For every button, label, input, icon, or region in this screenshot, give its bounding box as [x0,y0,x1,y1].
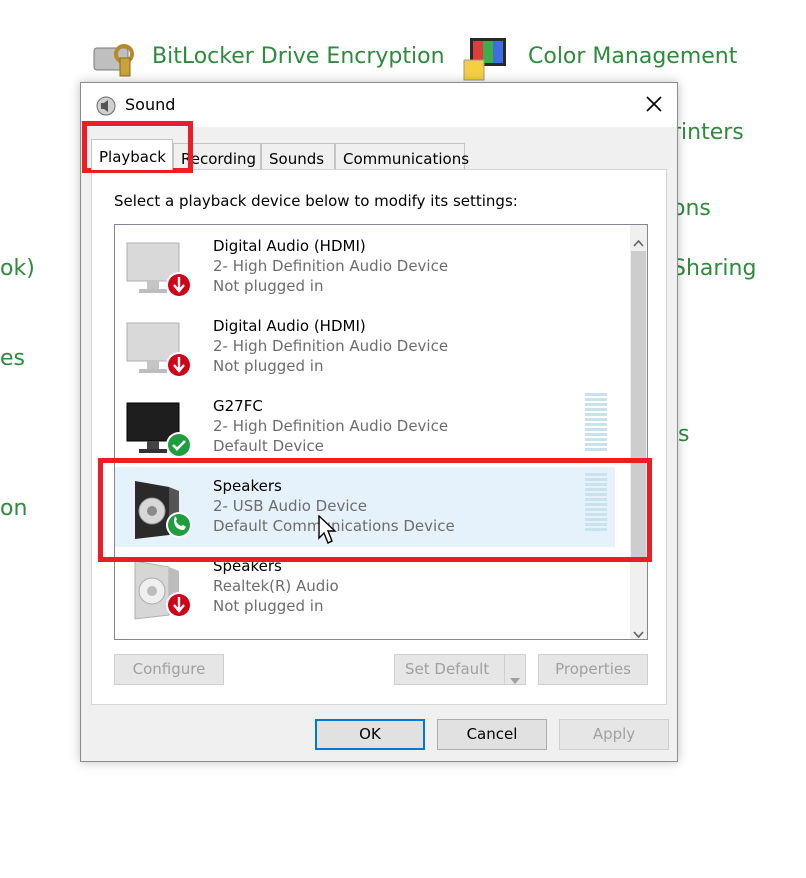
device-description: 2- USB Audio Device [213,497,367,515]
sound-dialog: Sound Playback Recording Sounds Communic… [80,82,678,762]
device-description: 2- High Definition Audio Device [213,257,449,275]
device-description: Realtek(R) Audio [213,577,339,595]
scroll-up-button[interactable] [630,225,647,247]
device-list[interactable]: Digital Audio (HDMI) 2- High Definition … [114,224,648,640]
list-item[interactable]: Digital Audio (HDMI) 2- High Definition … [115,307,615,387]
list-item-partial[interactable] [115,627,615,639]
phone-badge-icon [166,512,192,538]
list-item[interactable]: G27FC 2- High Definition Audio Device De… [115,387,615,467]
tab-recording[interactable]: Recording [173,143,261,169]
devices-printers-link[interactable]: rinters [672,120,744,145]
close-button[interactable] [631,83,677,127]
device-name: G27FC [213,397,263,415]
tab-sounds[interactable]: Sounds [261,143,335,169]
device-status: Not plugged in [213,277,324,295]
tab-communications[interactable]: Communications [335,143,469,169]
device-status: Not plugged in [213,597,324,615]
volume-level-meter [585,473,607,533]
device-name: Speakers [213,557,282,575]
apply-button[interactable]: Apply [559,719,669,750]
device-name: Speakers [213,477,282,495]
device-description: 2- High Definition Audio Device [213,337,449,355]
monitor-icon [125,317,197,381]
configure-button[interactable]: Configure [114,654,224,685]
speaker-box-icon [125,477,197,541]
chevron-up-icon [633,232,644,251]
speaker-icon [95,95,117,121]
set-default-label: Set Default [405,660,490,678]
close-icon [645,95,663,117]
tab-playback[interactable]: Playback [91,139,173,170]
color-management-link[interactable]: Color Management [528,44,737,69]
set-default-dropdown[interactable] [504,655,525,684]
tab-label: Communications [343,150,470,168]
chevron-down-icon [633,624,644,639]
device-name: Digital Audio (HDMI) [213,317,366,335]
list-item[interactable]: Speakers Realtek(R) Audio Not plugged in [115,547,615,627]
bitlocker-icon [88,34,140,86]
monitor-icon [125,237,197,301]
background-link-sharing[interactable]: Sharing [672,256,756,281]
chevron-down-icon [510,666,520,695]
unplugged-badge-icon [166,352,192,378]
scroll-thumb[interactable] [631,251,646,559]
background-link-on[interactable]: on [0,496,27,521]
list-item[interactable]: Digital Audio (HDMI) 2- High Definition … [115,227,615,307]
ok-button[interactable]: OK [315,719,425,750]
device-status: Default Device [213,437,324,455]
device-description: 2- High Definition Audio Device [213,417,449,435]
default-check-badge-icon [166,432,192,458]
device-list-scrollbar[interactable] [630,225,647,639]
volume-level-meter [585,393,607,453]
cancel-button[interactable]: Cancel [437,719,547,750]
properties-button[interactable]: Properties [538,654,648,685]
device-name: Digital Audio (HDMI) [213,237,366,255]
scroll-down-button[interactable] [630,617,647,639]
dialog-title: Sound [125,95,176,114]
color-management-icon [462,34,512,86]
mouse-cursor-icon [318,514,338,549]
tab-label: Sounds [269,150,325,168]
unplugged-badge-icon [166,592,192,618]
background-link-es[interactable]: es [0,346,25,371]
list-item-selected[interactable]: Speakers 2- USB Audio Device Default Com… [115,467,615,547]
set-default-button[interactable]: Set Default [394,654,526,685]
playback-panel: Select a playback device below to modify… [91,169,667,705]
device-status: Not plugged in [213,357,324,375]
background-link-ok[interactable]: ok) [0,256,35,281]
bitlocker-link[interactable]: BitLocker Drive Encryption [152,44,445,69]
speaker-box-icon [125,637,197,639]
tab-label: Playback [99,148,166,166]
unplugged-badge-icon [166,272,192,298]
monitor-icon [125,397,197,461]
title-bar[interactable]: Sound [81,83,677,127]
tab-label: Recording [181,150,257,168]
speaker-box-icon [125,557,197,621]
background-link-s[interactable]: s [678,422,689,447]
instruction-text: Select a playback device below to modify… [114,192,518,210]
